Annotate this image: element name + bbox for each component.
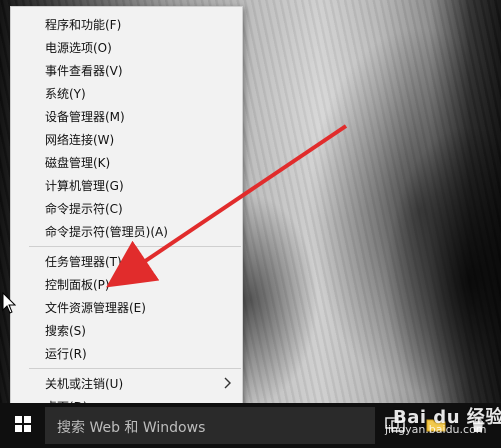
menu-item-label: 系统(Y) bbox=[45, 86, 86, 101]
menu-item-search[interactable]: 搜索(S) bbox=[11, 319, 244, 341]
menu-item-label: 任务管理器(T) bbox=[45, 254, 122, 269]
menu-separator bbox=[29, 246, 241, 247]
menu-item-label: 命令提示符(C) bbox=[45, 201, 123, 216]
winx-context-menu: 程序和功能(F) 电源选项(O) 事件查看器(V) 系统(Y) 设备管理器(M)… bbox=[10, 6, 243, 420]
menu-item-command-prompt[interactable]: 命令提示符(C) bbox=[11, 197, 244, 219]
menu-item-label: 网络连接(W) bbox=[45, 132, 115, 147]
menu-item-event-viewer[interactable]: 事件查看器(V) bbox=[11, 59, 244, 81]
menu-item-task-manager[interactable]: 任务管理器(T) bbox=[11, 250, 244, 272]
menu-item-label: 文件资源管理器(E) bbox=[45, 300, 146, 315]
menu-item-programs-and-features[interactable]: 程序和功能(F) bbox=[11, 13, 244, 35]
menu-item-label: 磁盘管理(K) bbox=[45, 155, 111, 170]
menu-item-label: 控制面板(P) bbox=[45, 277, 110, 292]
menu-item-label: 事件查看器(V) bbox=[45, 63, 123, 78]
watermark-url: jingyan.baidu.com bbox=[385, 423, 487, 436]
menu-item-label: 计算机管理(G) bbox=[45, 178, 124, 193]
start-button[interactable] bbox=[0, 403, 45, 448]
windows-logo-icon bbox=[14, 415, 32, 437]
menu-item-power-options[interactable]: 电源选项(O) bbox=[11, 36, 244, 58]
chevron-right-icon bbox=[220, 375, 234, 391]
menu-item-run[interactable]: 运行(R) bbox=[11, 342, 244, 364]
menu-item-label: 程序和功能(F) bbox=[45, 17, 122, 32]
menu-item-disk-management[interactable]: 磁盘管理(K) bbox=[11, 151, 244, 173]
mouse-cursor-icon bbox=[2, 291, 17, 314]
taskbar-search-box[interactable]: 搜索 Web 和 Windows bbox=[45, 407, 375, 444]
menu-item-computer-management[interactable]: 计算机管理(G) bbox=[11, 174, 244, 196]
menu-item-network-connections[interactable]: 网络连接(W) bbox=[11, 128, 244, 150]
menu-item-label: 关机或注销(U) bbox=[45, 376, 124, 391]
menu-item-system[interactable]: 系统(Y) bbox=[11, 82, 244, 104]
menu-item-label: 设备管理器(M) bbox=[45, 109, 125, 124]
search-placeholder: 搜索 Web 和 Windows bbox=[57, 420, 206, 436]
menu-item-label: 命令提示符(管理员)(A) bbox=[45, 224, 168, 239]
baidu-jingyan-watermark: Bai du 经验 jingyan.baidu.com bbox=[385, 393, 501, 448]
menu-item-label: 运行(R) bbox=[45, 346, 87, 361]
menu-item-shutdown-or-sign-out[interactable]: 关机或注销(U) bbox=[11, 372, 244, 394]
menu-item-control-panel[interactable]: 控制面板(P) bbox=[11, 273, 244, 295]
menu-item-label: 搜索(S) bbox=[45, 323, 86, 338]
menu-item-file-explorer[interactable]: 文件资源管理器(E) bbox=[11, 296, 244, 318]
menu-item-label: 电源选项(O) bbox=[45, 40, 112, 55]
menu-separator bbox=[29, 368, 241, 369]
menu-item-device-manager[interactable]: 设备管理器(M) bbox=[11, 105, 244, 127]
menu-item-command-prompt-admin[interactable]: 命令提示符(管理员)(A) bbox=[11, 220, 244, 242]
